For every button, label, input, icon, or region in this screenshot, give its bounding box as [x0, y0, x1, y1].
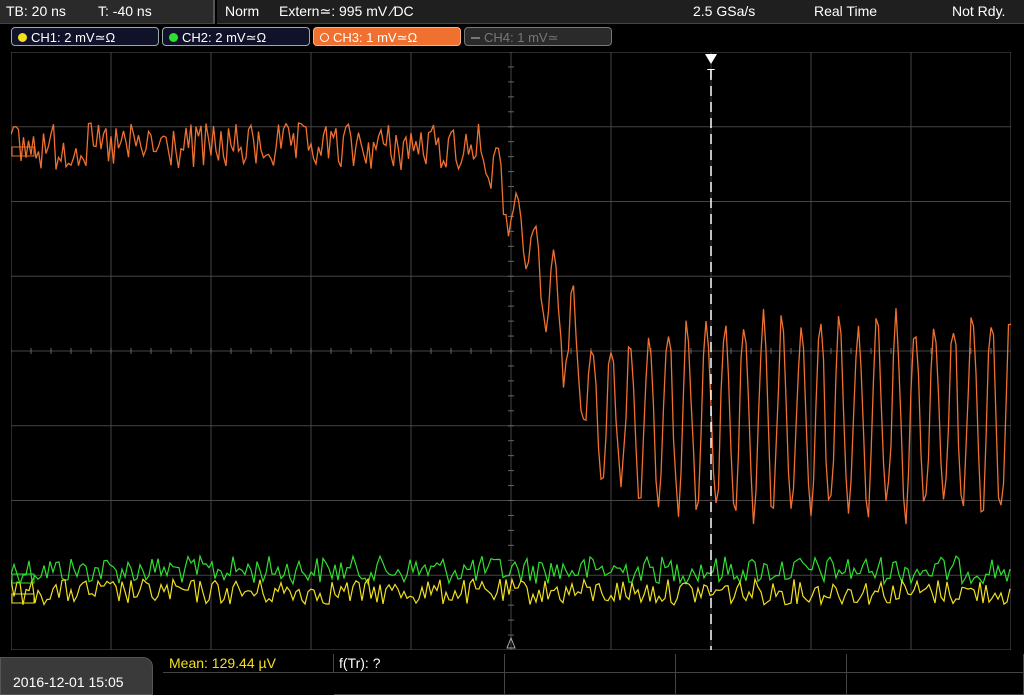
run-state-label: Not Rdy.	[952, 3, 1006, 19]
meas-cell-3	[505, 654, 676, 673]
trigger-time-label[interactable]: T: -40 ns	[98, 3, 152, 19]
acquisition-panel[interactable]: Norm Extern≃: 995 mV ∕DC 2.5 GSa/s Real …	[217, 0, 1024, 24]
channel-tab-ch4[interactable]: CH4: 1 mV≃	[464, 27, 612, 46]
timebase-panel[interactable]: TB: 20 ns T: -40 ns	[0, 0, 215, 24]
trigger-source-label[interactable]: Extern≃: 995 mV ∕DC	[279, 3, 414, 20]
waveform-display[interactable]: T	[11, 52, 1011, 650]
trigger-marker-label: T	[707, 66, 715, 81]
fall-time-measurement[interactable]: f(Tr): ?	[339, 655, 380, 671]
channel-tab-ch1[interactable]: CH1: 2 mV≃Ω	[11, 27, 159, 46]
ch4-color-dot	[471, 36, 480, 39]
meas-cell-7	[505, 673, 676, 695]
meas-cell-9	[847, 673, 1024, 695]
channel-bar: CH1: 2 mV≃Ω CH2: 2 mV≃Ω CH3: 1 mV≃Ω CH4:…	[0, 25, 1024, 49]
meas-cell-6	[334, 673, 505, 695]
date-time-label: 2016-12-01 15:05	[13, 674, 124, 690]
ch3-label: CH3: 1 mV≃Ω	[333, 30, 418, 45]
channel-tab-ch3[interactable]: CH3: 1 mV≃Ω	[313, 27, 461, 46]
meas-cell-5	[847, 654, 1024, 673]
meas-cell-8	[676, 673, 847, 695]
acquisition-mode-label[interactable]: Real Time	[814, 3, 877, 19]
sample-rate-label: 2.5 GSa/s	[693, 3, 756, 19]
ch2-color-dot	[169, 33, 178, 43]
meas-cell-4	[676, 654, 847, 673]
ch3-color-dot	[320, 33, 329, 43]
ch2-label: CH2: 2 mV≃Ω	[182, 30, 267, 45]
status-bar: TB: 20 ns T: -40 ns Norm Extern≃: 995 mV…	[0, 0, 1024, 24]
ch4-label: CH4: 1 mV≃	[484, 30, 559, 45]
date-panel: 2016-12-01 15:05	[0, 657, 153, 695]
trigger-mode-label[interactable]: Norm	[225, 3, 259, 19]
ch1-color-dot	[18, 33, 27, 43]
measurement-panel[interactable]: Mean: 129.44 µV f(Tr): ?	[163, 654, 1024, 695]
timebase-label[interactable]: TB: 20 ns	[6, 3, 66, 19]
ch1-label: CH1: 2 mV≃Ω	[31, 30, 116, 45]
mean-measurement[interactable]: Mean: 129.44 µV	[169, 655, 276, 671]
channel-tab-ch2[interactable]: CH2: 2 mV≃Ω	[162, 27, 310, 46]
